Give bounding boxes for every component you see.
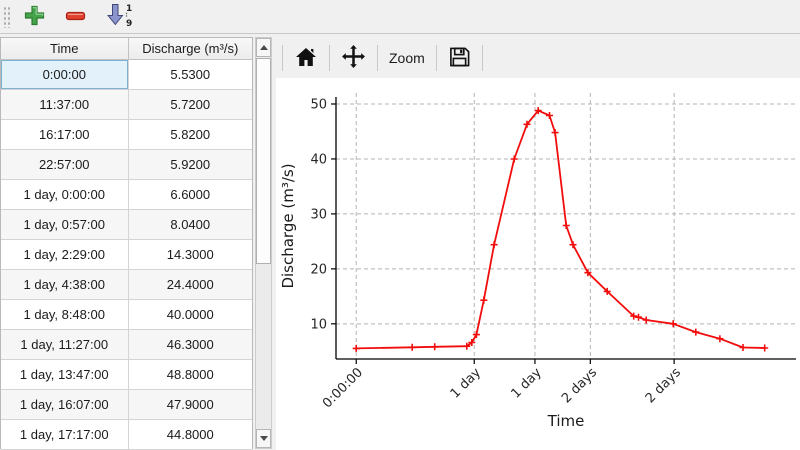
time-cell[interactable]: 1 day, 16:07:00 — [1, 389, 128, 419]
home-icon — [294, 46, 318, 71]
table-header-row: Time Discharge (m³/s) — [1, 38, 252, 59]
save-icon — [448, 46, 471, 71]
remove-row-button[interactable] — [59, 2, 92, 32]
plus-icon — [23, 4, 46, 30]
discharge-cell[interactable]: 48.8000 — [128, 359, 252, 389]
table-row[interactable]: 1 day, 11:27:0046.3000 — [1, 329, 252, 359]
discharge-cell[interactable]: 5.5300 — [128, 59, 252, 89]
table-row[interactable]: 1 day, 4:38:0024.4000 — [1, 269, 252, 299]
chart-toolbar: Zoom — [275, 42, 490, 74]
minus-icon — [64, 4, 87, 30]
table-row[interactable]: 1 day, 16:07:0047.9000 — [1, 389, 252, 419]
save-figure-button[interactable] — [444, 44, 475, 73]
time-cell[interactable]: 16:17:00 — [1, 119, 128, 149]
chart-panel: Zoom 0:00:00 1 day 1 day 2 days 2 days 10 20 30… — [275, 35, 800, 450]
y-tick-label: 10 — [310, 317, 327, 332]
main-toolbar: 1 9 — [0, 0, 800, 34]
table-row[interactable]: 0:00:005.5300 — [1, 59, 252, 89]
time-cell[interactable]: 0:00:00 — [1, 59, 128, 89]
time-series-table-panel: Time Discharge (m³/s) 0:00:005.530011:37… — [0, 37, 253, 449]
svg-text:1: 1 — [126, 4, 132, 14]
table-row[interactable]: 1 day, 17:17:0044.8000 — [1, 419, 252, 449]
time-cell[interactable]: 1 day, 8:48:00 — [1, 299, 128, 329]
y-tick-label: 30 — [310, 207, 327, 222]
column-header-time[interactable]: Time — [1, 38, 128, 59]
discharge-cell[interactable]: 5.9200 — [128, 149, 252, 179]
x-tick-label: 0:00:00 — [320, 365, 366, 411]
arrow-up-icon — [260, 45, 268, 50]
time-cell[interactable]: 1 day, 4:38:00 — [1, 269, 128, 299]
time-cell[interactable]: 1 day, 17:17:00 — [1, 419, 128, 449]
time-series-table: Time Discharge (m³/s) 0:00:005.530011:37… — [1, 38, 252, 450]
time-cell[interactable]: 1 day, 0:00:00 — [1, 179, 128, 209]
table-row[interactable]: 22:57:005.9200 — [1, 149, 252, 179]
y-tick-label: 20 — [310, 262, 327, 277]
home-view-button[interactable] — [290, 44, 322, 73]
table-row[interactable]: 1 day, 13:47:0048.8000 — [1, 359, 252, 389]
discharge-cell[interactable]: 8.0400 — [128, 209, 252, 239]
time-cell[interactable]: 1 day, 2:29:00 — [1, 239, 128, 269]
y-tick-label: 40 — [310, 152, 327, 167]
scroll-down-button[interactable] — [256, 429, 271, 448]
discharge-cell[interactable]: 14.3000 — [128, 239, 252, 269]
toolbar-separator — [377, 45, 378, 71]
pan-icon — [341, 44, 366, 72]
chart-canvas[interactable]: 0:00:00 1 day 1 day 2 days 2 days 10 20 30 40 50 D… — [276, 78, 800, 450]
x-axis-label: Time — [547, 412, 585, 430]
time-cell[interactable]: 1 day, 13:47:00 — [1, 359, 128, 389]
discharge-cell[interactable]: 46.3000 — [128, 329, 252, 359]
pan-button[interactable] — [337, 42, 370, 74]
y-tick-label: 50 — [310, 97, 327, 112]
scroll-up-button[interactable] — [256, 38, 271, 57]
table-row[interactable]: 1 day, 8:48:0040.0000 — [1, 299, 252, 329]
column-header-discharge[interactable]: Discharge (m³/s) — [128, 38, 252, 59]
toolbar-separator — [282, 45, 283, 71]
table-row[interactable]: 11:37:005.7200 — [1, 89, 252, 119]
scrollbar-thumb[interactable] — [256, 58, 271, 264]
time-cell[interactable]: 1 day, 11:27:00 — [1, 329, 128, 359]
zoom-button[interactable]: Zoom — [385, 48, 429, 68]
sort-ascending-icon: 1 9 — [105, 2, 133, 31]
discharge-cell[interactable]: 6.6000 — [128, 179, 252, 209]
table-scrollbar[interactable] — [255, 37, 272, 449]
discharge-cell[interactable]: 40.0000 — [128, 299, 252, 329]
table-row[interactable]: 16:17:005.8200 — [1, 119, 252, 149]
x-tick-label: 2 days — [643, 365, 684, 406]
table-row[interactable]: 1 day, 2:29:0014.3000 — [1, 239, 252, 269]
toolbar-grip[interactable] — [3, 6, 10, 28]
arrow-down-icon — [260, 436, 268, 441]
discharge-line — [356, 111, 765, 349]
time-cell[interactable]: 11:37:00 — [1, 89, 128, 119]
x-tick-label: 1 day — [508, 365, 545, 402]
y-axis-label: Discharge (m³/s) — [279, 163, 297, 288]
discharge-cell[interactable]: 5.8200 — [128, 119, 252, 149]
table-row[interactable]: 1 day, 0:00:006.6000 — [1, 179, 252, 209]
table-row[interactable]: 1 day, 0:57:008.0400 — [1, 209, 252, 239]
toolbar-separator — [436, 45, 437, 71]
sort-button[interactable]: 1 9 — [100, 0, 138, 33]
discharge-hydrograph-plot: 0:00:00 1 day 1 day 2 days 2 days 10 20 30 40 50 D… — [276, 78, 800, 450]
time-cell[interactable]: 22:57:00 — [1, 149, 128, 179]
toolbar-separator — [482, 45, 483, 71]
discharge-markers — [353, 107, 769, 352]
discharge-cell[interactable]: 24.4000 — [128, 269, 252, 299]
discharge-cell[interactable]: 47.9000 — [128, 389, 252, 419]
toolbar-separator — [329, 45, 330, 71]
discharge-cell[interactable]: 5.7200 — [128, 89, 252, 119]
time-cell[interactable]: 1 day, 0:57:00 — [1, 209, 128, 239]
add-row-button[interactable] — [18, 2, 51, 32]
discharge-cell[interactable]: 44.8000 — [128, 419, 252, 449]
x-tick-label: 1 day — [448, 365, 485, 402]
svg-text:9: 9 — [126, 19, 132, 28]
x-tick-label: 2 days — [559, 365, 600, 406]
